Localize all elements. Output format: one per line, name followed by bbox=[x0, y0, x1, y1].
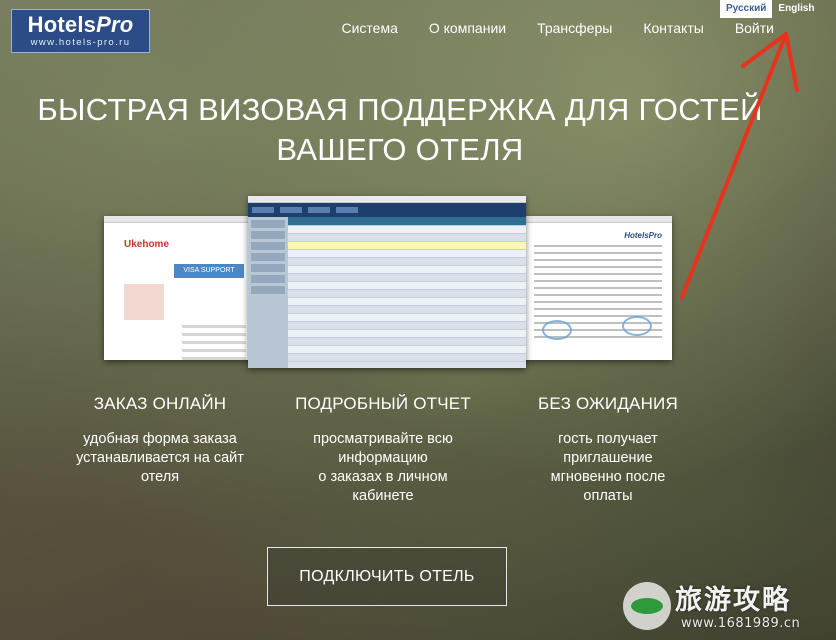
feature-title: БЕЗ ОЖИДАНИЯ bbox=[538, 394, 678, 413]
nav-item-system[interactable]: Система bbox=[341, 20, 397, 36]
watermark: 旅游攻略 www.1681989.cn bbox=[623, 576, 828, 636]
hero-headline: БЫСТРАЯ ВИЗОВАЯ ПОДДЕРЖКА ДЛЯ ГОСТЕЙ ВАШ… bbox=[0, 90, 800, 170]
feature-description: удобная форма заказа устанавливается на … bbox=[76, 431, 244, 485]
language-switcher: Русский English bbox=[720, 0, 821, 18]
watermark-url: www.1681989.cn bbox=[681, 616, 801, 631]
feature-description: просматривайте всю информацию о заказах … bbox=[313, 431, 453, 504]
stamp-icon bbox=[622, 316, 652, 336]
hero-headline-line1: БЫСТРАЯ ВИЗОВАЯ ПОДДЕРЖКА ДЛЯ ГОСТЕЙ bbox=[37, 92, 763, 127]
feature-description: гость получает приглашение мгновенно пос… bbox=[550, 431, 666, 504]
feature-title: ЗАКАЗ ОНЛАЙН bbox=[93, 394, 227, 413]
connect-hotel-button[interactable]: ПОДКЛЮЧИТЬ ОТЕЛЬ bbox=[267, 547, 507, 606]
feature-title: ПОДРОБНЫЙ ОТЧЕТ bbox=[295, 394, 471, 413]
main-nav: Система О компании Трансферы Контакты Во… bbox=[341, 20, 774, 36]
product-screenshots: Ukehome VISA SUPPORT HotelsPro bbox=[104, 196, 672, 368]
logo-wordmark: HotelsPro bbox=[27, 12, 134, 37]
screenshot-invitation-logo: HotelsPro bbox=[624, 231, 662, 240]
site-logo[interactable]: HotelsPro www.hotels-pro.ru bbox=[11, 9, 150, 53]
screenshot-booking-form: Ukehome VISA SUPPORT bbox=[104, 216, 254, 360]
feature-detailed-report: ПОДРОБНЫЙ ОТЧЕТ просматривайте всю инфор… bbox=[278, 393, 488, 506]
nav-item-login[interactable]: Войти bbox=[735, 20, 774, 36]
nav-item-transfers[interactable]: Трансферы bbox=[537, 20, 612, 36]
hero-headline-line2: ВАШЕГО ОТЕЛЯ bbox=[276, 132, 524, 167]
feature-online-order: ЗАКАЗ ОНЛАЙН удобная форма заказа устана… bbox=[55, 393, 265, 487]
lang-russian[interactable]: Русский bbox=[720, 0, 773, 18]
lang-english[interactable]: English bbox=[772, 0, 820, 18]
stamp-icon bbox=[542, 320, 572, 340]
logo-url: www.hotels-pro.ru bbox=[30, 37, 131, 48]
leaf-icon bbox=[631, 598, 663, 614]
nav-item-about[interactable]: О компании bbox=[429, 20, 506, 36]
screenshot-hotel-logo: Ukehome bbox=[124, 239, 170, 250]
nav-item-contacts[interactable]: Контакты bbox=[643, 20, 703, 36]
screenshot-visa-banner: VISA SUPPORT bbox=[174, 264, 244, 278]
screenshot-invitation: HotelsPro bbox=[522, 216, 672, 360]
screenshot-orders-report bbox=[248, 196, 526, 368]
watermark-text: 旅游攻略 bbox=[675, 585, 791, 616]
feature-no-waiting: БЕЗ ОЖИДАНИЯ гость получает приглашение … bbox=[503, 393, 713, 506]
